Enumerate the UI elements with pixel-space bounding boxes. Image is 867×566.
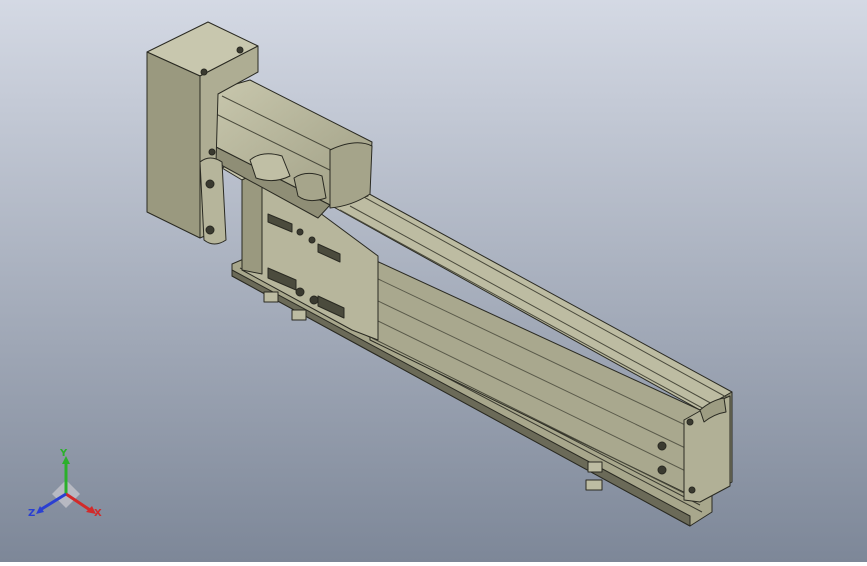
clamp-block bbox=[263, 291, 279, 303]
z-axis-label: Z bbox=[28, 508, 35, 519]
cad-3d-viewport[interactable]: Y X Z bbox=[0, 0, 867, 562]
cable-gland bbox=[293, 172, 327, 202]
clamp-block bbox=[585, 479, 603, 491]
model-view[interactable] bbox=[0, 0, 867, 562]
clamp-block bbox=[291, 309, 307, 321]
end-cap-screw bbox=[657, 465, 667, 475]
end-cap-screw bbox=[657, 441, 667, 451]
coordinate-triad: Y X Z bbox=[22, 448, 106, 524]
motor-mount-front bbox=[146, 51, 201, 239]
viewport-background bbox=[0, 0, 867, 562]
x-axis-label: X bbox=[94, 508, 102, 519]
y-axis-label: Y bbox=[59, 448, 68, 459]
clamp-block bbox=[587, 461, 603, 473]
